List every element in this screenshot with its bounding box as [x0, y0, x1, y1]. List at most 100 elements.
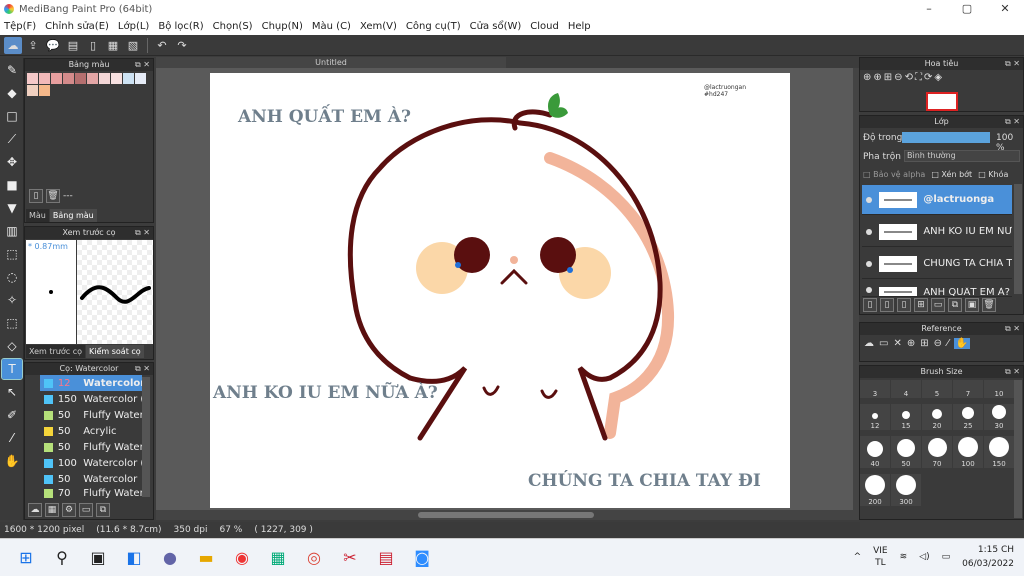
hand-tool-icon[interactable]: ✋ [2, 451, 22, 471]
new-layer-alt-icon[interactable]: ▯ [880, 298, 894, 312]
brush-add-icon[interactable]: ▦ [45, 503, 59, 517]
tab-palette[interactable]: Bảng màu [49, 209, 97, 222]
minimize-button[interactable]: – [910, 0, 948, 18]
maximize-button[interactable]: ▢ [948, 0, 986, 18]
brush-item[interactable]: 100 Watercolor ( [40, 455, 142, 471]
menu-layer[interactable]: Lớp(L) [118, 21, 149, 32]
zoom-app-icon[interactable]: ◙ [410, 545, 434, 569]
brush-size-scrollbar[interactable] [1014, 380, 1022, 518]
layer-visibility-icon[interactable] [866, 260, 872, 267]
menu-window[interactable]: Cửa sổ(W) [470, 21, 522, 32]
canvas-text-line2[interactable]: ANH KO IU EM NỮA À? [213, 383, 438, 403]
swatch-more[interactable]: --- [63, 189, 73, 203]
wifi-icon[interactable]: ≋ [900, 552, 908, 562]
brush-size-cell[interactable]: 25 [953, 404, 983, 430]
new-swatch-icon[interactable]: ▯ [29, 189, 43, 203]
comment-icon[interactable]: 💬 [44, 37, 62, 54]
divide-tool-icon[interactable]: ✐ [2, 405, 22, 425]
magic-wand-tool-icon[interactable]: ✧ [2, 290, 22, 310]
blend-select[interactable]: Bình thường [904, 150, 1020, 162]
duplicate-layer-icon[interactable]: ▯ [897, 298, 911, 312]
layer-item[interactable]: ANH QUẤT EM À? [862, 281, 1012, 297]
color-swatch[interactable] [75, 73, 86, 84]
cloud-icon[interactable]: ☁ [4, 36, 22, 54]
panel-icon[interactable]: ▧ [124, 37, 142, 54]
brush-size-cell[interactable]: 4 [891, 380, 921, 398]
tab-brush-preview[interactable]: Xem trước cọ [26, 345, 86, 358]
ref-zoom-out-icon[interactable]: ⊖ [934, 338, 942, 349]
task-view-icon[interactable]: ▣ [86, 545, 110, 569]
eyedropper-tool-icon[interactable]: ⁄ [2, 428, 22, 448]
horizontal-scrollbar[interactable] [156, 510, 853, 520]
brush-item[interactable]: 50 Acrylic [40, 423, 142, 439]
menu-color[interactable]: Màu (C) [312, 21, 351, 32]
add-layer-menu-icon[interactable]: ⊞ [914, 298, 928, 312]
layer-item[interactable]: CHÚNG TA CHIA T [862, 249, 1012, 279]
ref-cloud-icon[interactable]: ☁ [864, 338, 874, 349]
brush-item[interactable]: 50 Watercolor [40, 471, 142, 487]
brush-size-cell[interactable]: 12 [860, 404, 890, 430]
color-swatch[interactable] [111, 73, 122, 84]
fullscreen-icon[interactable]: ⛶ [915, 72, 922, 83]
brush-size-cell[interactable]: 15 [891, 404, 921, 430]
merge-layer-icon[interactable]: ▣ [965, 298, 979, 312]
search-icon[interactable]: ⚲ [50, 545, 74, 569]
operation-tool-icon[interactable]: ↖ [2, 382, 22, 402]
brush-settings-icon[interactable]: ⚙ [62, 503, 76, 517]
brush-item[interactable]: 150 Watercolor ( [40, 391, 142, 407]
eraser-tool-icon[interactable]: ◆ [2, 83, 22, 103]
panel-close-icon[interactable]: ⧉ ✕ [135, 363, 150, 375]
ref-open-icon[interactable]: ▭ [879, 338, 888, 349]
ref-picker-icon[interactable]: ⁄ [947, 338, 949, 349]
tab-color[interactable]: Màu [26, 209, 49, 222]
zoom-in-alt-icon[interactable]: ⊕ [873, 72, 881, 83]
menu-filter[interactable]: Bộ lọc(R) [158, 21, 203, 32]
zoom-in-icon[interactable]: ⊕ [863, 72, 871, 83]
clip-checkbox[interactable]: □ Xén bớt [931, 170, 972, 179]
ref-hand-icon[interactable]: ✋ [953, 338, 971, 349]
layer-item[interactable]: @lactruonga [862, 185, 1012, 215]
panel-close-icon[interactable]: ⧉ ✕ [135, 59, 150, 71]
menu-help[interactable]: Help [568, 21, 591, 32]
file-explorer-icon[interactable]: ▬ [194, 545, 218, 569]
brush-list-scrollbar[interactable] [142, 377, 150, 497]
zoom-out-icon[interactable]: ⊖ [894, 72, 902, 83]
canvas-text-line1[interactable]: ANH QUẤT EM À? [238, 107, 411, 127]
gradient-tool-icon[interactable]: ▥ [2, 221, 22, 241]
medibang-icon[interactable]: ◉ [230, 545, 254, 569]
menu-file[interactable]: Tệp(F) [4, 21, 36, 32]
shape-tool-icon[interactable]: □ [2, 106, 22, 126]
opacity-slider[interactable] [902, 132, 990, 143]
delete-layer-icon[interactable]: 🗑 [982, 298, 996, 312]
select-tool-icon[interactable]: ⬚ [2, 244, 22, 264]
volume-icon[interactable]: ◁) [919, 552, 929, 562]
panel-close-icon[interactable]: ⧉ ✕ [1005, 323, 1020, 335]
color-swatch[interactable] [99, 73, 110, 84]
brush-item[interactable]: 12 Watercolor [40, 375, 142, 391]
ref-close-icon[interactable]: ✕ [893, 338, 901, 349]
panel-close-icon[interactable]: ⧉ ✕ [1005, 116, 1020, 128]
paint-app-icon[interactable]: ▤ [374, 545, 398, 569]
brush-size-cell[interactable]: 3 [860, 380, 890, 398]
brush-cloud-icon[interactable]: ☁ [28, 503, 42, 517]
brush-size-cell[interactable]: 150 [984, 436, 1014, 468]
battery-icon[interactable]: ▭ [942, 552, 951, 562]
ref-zoom-in-icon[interactable]: ⊕ [907, 338, 915, 349]
color-swatch[interactable] [39, 73, 50, 84]
bucket-tool-icon[interactable]: ▼ [2, 198, 22, 218]
chevron-up-icon[interactable]: ^ [854, 552, 862, 562]
fit-icon[interactable]: ⊞ [884, 72, 892, 83]
share-icon[interactable]: ⇪ [24, 37, 42, 54]
clock[interactable]: 1:15 CH 06/03/2022 [962, 543, 1014, 571]
canvas-text-line3[interactable]: CHÚNG TA CHIA TAY ĐI [528, 471, 761, 491]
color-swatch[interactable] [123, 73, 134, 84]
language-indicator[interactable]: VIE TL [873, 545, 888, 569]
ref-fit-icon[interactable]: ⊞ [920, 338, 928, 349]
scroll-thumb[interactable] [418, 512, 594, 518]
document-tab[interactable]: Untitled [156, 57, 506, 68]
store-icon[interactable]: ▦ [266, 545, 290, 569]
brush-tool-icon[interactable]: ✎ [2, 60, 22, 80]
new-layer-icon[interactable]: ▯ [863, 298, 877, 312]
select-pen-tool-icon[interactable]: ⬚ [2, 313, 22, 333]
fill-rect-tool-icon[interactable]: ■ [2, 175, 22, 195]
